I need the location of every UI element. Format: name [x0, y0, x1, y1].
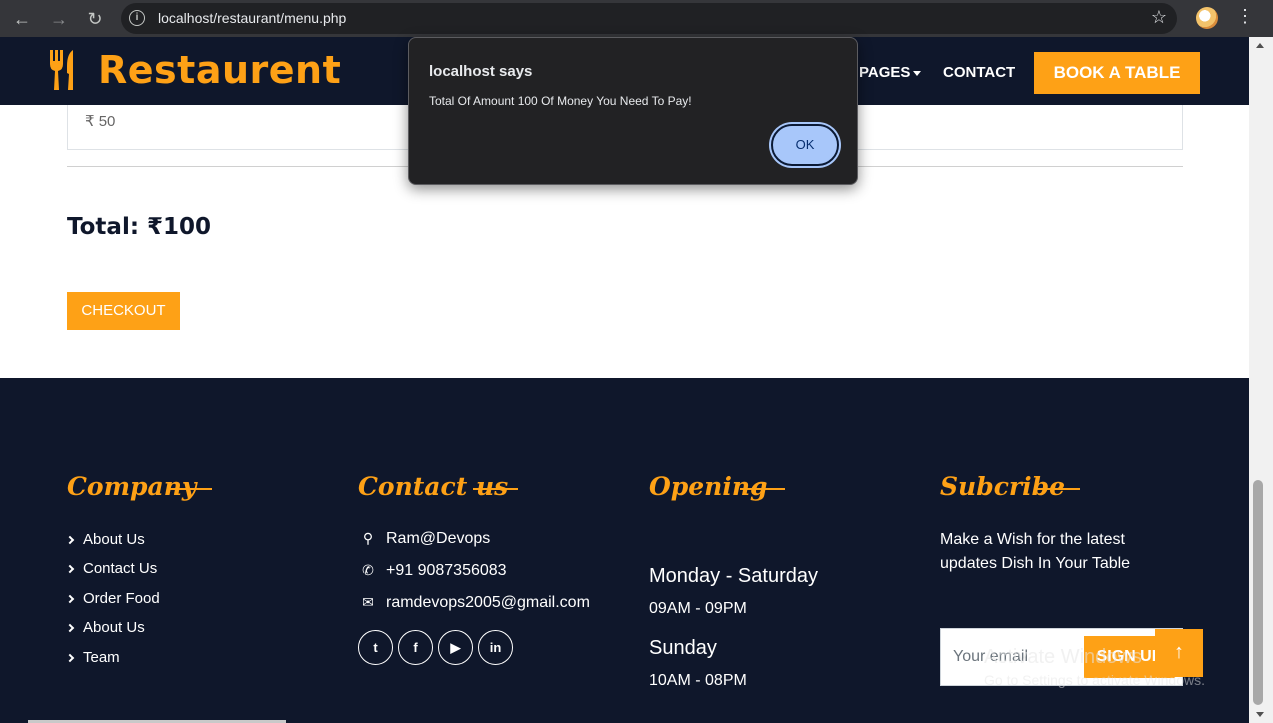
envelope-icon: ✉ — [362, 594, 374, 610]
book-table-button[interactable]: BOOK A TABLE — [1034, 52, 1200, 94]
dialog-message: Total Of Amount 100 Of Money You Need To… — [429, 94, 692, 108]
nav-pages-label: PAGES — [859, 64, 911, 81]
title-underline — [167, 488, 212, 490]
caret-down-icon — [913, 70, 922, 76]
facebook-icon[interactable]: f — [398, 630, 433, 665]
phone-text: +91 9087356083 — [386, 562, 507, 579]
menu-icon[interactable]: ⋮ — [1236, 6, 1254, 27]
opening-sunday-label: Sunday — [649, 637, 717, 659]
opening-weekday-label: Monday - Saturday — [649, 565, 818, 587]
scroll-up-arrow-icon[interactable] — [1256, 43, 1264, 48]
chevron-right-icon — [65, 594, 75, 604]
footer: Company About Us Contact Us Order Food A… — [0, 378, 1249, 723]
footer-link-about-us[interactable]: About Us — [65, 531, 145, 548]
link-label: Team — [83, 649, 120, 666]
cart-item-price: ₹ 50 — [85, 113, 116, 130]
checkout-button[interactable]: CHECKOUT — [67, 292, 180, 330]
footer-subscribe-title: Subcribe — [940, 472, 1065, 501]
footer-link-team[interactable]: Team — [65, 649, 120, 666]
footer-company-title: Company — [67, 472, 197, 501]
map-marker-icon: ⚲ — [362, 530, 374, 546]
bookmark-star-icon[interactable]: ☆ — [1151, 7, 1167, 28]
contact-address: ⚲ Ram@Devops — [358, 530, 490, 548]
chevron-right-icon — [65, 653, 75, 663]
site-info-icon[interactable]: i — [129, 10, 145, 26]
opening-sunday-hours: 10AM - 08PM — [649, 672, 747, 689]
alert-dialog: localhost says Total Of Amount 100 Of Mo… — [408, 37, 858, 185]
twitter-icon[interactable]: t — [358, 630, 393, 665]
arrow-up-icon: ↑ — [1174, 641, 1184, 663]
linkedin-icon[interactable]: in — [478, 630, 513, 665]
nav-pages-dropdown[interactable]: PAGES — [859, 64, 922, 81]
title-underline — [740, 488, 785, 490]
address-text: Ram@Devops — [386, 530, 491, 547]
back-icon[interactable]: ← — [9, 6, 35, 32]
title-underline — [473, 488, 518, 490]
footer-link-about-us-2[interactable]: About Us — [65, 619, 145, 636]
url-text[interactable]: localhost/restaurant/menu.php — [158, 10, 346, 26]
vertical-scrollbar[interactable] — [1249, 37, 1273, 723]
nav-contact[interactable]: CONTACT — [943, 64, 1015, 81]
footer-contact-title: Contact us — [358, 472, 509, 501]
scroll-down-arrow-icon[interactable] — [1256, 712, 1264, 717]
dialog-ok-button[interactable]: OK — [771, 124, 839, 166]
chevron-right-icon — [65, 623, 75, 633]
link-label: Contact Us — [83, 560, 158, 577]
brand-name[interactable]: Restaurent — [98, 48, 341, 92]
back-to-top-button[interactable]: ↑ — [1155, 629, 1203, 677]
forward-icon[interactable]: → — [46, 6, 72, 32]
address-bar[interactable]: i localhost/restaurant/menu.php ☆ — [121, 3, 1177, 34]
fork-knife-logo-icon[interactable] — [48, 48, 82, 92]
title-underline — [1035, 488, 1080, 490]
footer-link-contact-us[interactable]: Contact Us — [65, 560, 158, 577]
link-label: Order Food — [83, 590, 160, 607]
phone-icon: ✆ — [362, 562, 374, 578]
email-text: ramdevops2005@gmail.com — [386, 594, 590, 611]
contact-email: ✉ ramdevops2005@gmail.com — [358, 594, 590, 612]
link-label: About Us — [83, 619, 145, 636]
subscribe-text: Make a Wish for the latest updates Dish … — [940, 531, 1131, 572]
profile-avatar[interactable] — [1196, 7, 1218, 29]
footer-opening-title: Opening — [649, 472, 768, 501]
footer-link-order-food[interactable]: Order Food — [65, 590, 160, 607]
opening-weekday-hours: 09AM - 09PM — [649, 600, 747, 617]
dialog-title: localhost says — [429, 63, 533, 80]
windows-activation-watermark: Activate Windows — [984, 646, 1142, 668]
contact-phone: ✆ +91 9087356083 — [358, 562, 507, 580]
reload-icon[interactable]: ↻ — [82, 6, 108, 32]
chevron-right-icon — [65, 564, 75, 574]
browser-toolbar: ← → ↻ i localhost/restaurant/menu.php ☆ … — [0, 0, 1273, 37]
link-label: About Us — [83, 531, 145, 548]
youtube-icon[interactable]: ▶ — [438, 630, 473, 665]
scrollbar-thumb[interactable] — [1253, 480, 1263, 705]
cart-total: Total: ₹100 — [67, 214, 212, 240]
chevron-right-icon — [65, 535, 75, 545]
